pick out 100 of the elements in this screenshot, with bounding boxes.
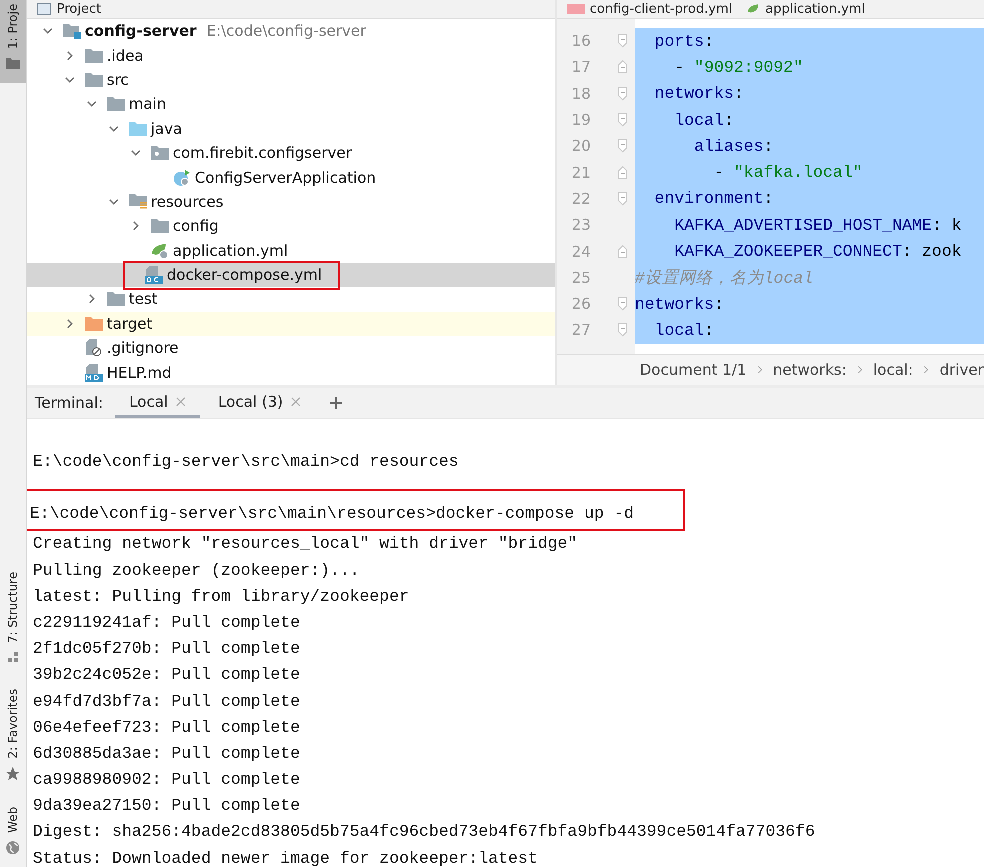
- output-line: 06e4efeef723: Pull complete: [32, 716, 302, 739]
- folder-icon: [85, 316, 103, 331]
- tree-row[interactable]: config: [27, 214, 555, 239]
- terminal-tab[interactable]: Local (3): [204, 388, 316, 418]
- chevron-right-icon: [856, 365, 864, 375]
- markdown-file-icon: [85, 364, 103, 382]
- fold-marker-icon[interactable]: [618, 244, 628, 259]
- command-line: E:\code\config-server\src\main>cd resources: [32, 451, 460, 473]
- fold-marker-icon[interactable]: [618, 166, 628, 180]
- line-number: 24: [570, 242, 591, 261]
- leaf-icon: [746, 3, 760, 15]
- fold-marker-icon[interactable]: [618, 192, 628, 206]
- folder-icon: [6, 57, 20, 70]
- tool-window-tab[interactable]: 2: Favorites: [0, 685, 26, 787]
- file-name: com.firebit.configserver: [173, 144, 352, 162]
- output-line: latest: Pulling from library/zookeeper: [32, 586, 410, 608]
- fold-marker-icon[interactable]: [618, 113, 628, 128]
- tree-row[interactable]: java: [27, 116, 555, 141]
- ignored-file-icon: [85, 339, 103, 358]
- editor-tab[interactable]: config-client-prod.yml: [567, 2, 732, 16]
- file-name: config: [173, 217, 219, 236]
- chevron-right-icon: [756, 365, 764, 375]
- output-line: 39b2c24c052e: Pull complete: [32, 664, 302, 686]
- package-icon: [151, 146, 169, 160]
- tree-row[interactable]: .idea: [27, 43, 555, 68]
- output-line: Status: Downloaded newer image for zookeeper:latest: [32, 848, 539, 867]
- tree-row[interactable]: HELP.md: [27, 360, 555, 385]
- terminal-tab[interactable]: Local: [115, 388, 200, 418]
- breadcrumb[interactable]: networks:: [773, 361, 847, 379]
- line-number: 21: [570, 164, 591, 182]
- output-line: 6d30885da3ae: Pull complete: [32, 742, 302, 765]
- output-line: ca9988980902: Pull complete: [32, 769, 302, 792]
- tree-row[interactable]: .gitignore: [27, 336, 555, 360]
- line-number: 23: [570, 216, 591, 234]
- tree-row[interactable]: com.firebit.configserver: [27, 140, 555, 166]
- add-icon[interactable]: [329, 396, 344, 410]
- file-name: .gitignore: [107, 339, 179, 358]
- window-icon: [37, 3, 51, 15]
- tool-window-tab[interactable]: 1: Proje: [0, 0, 26, 84]
- close-icon[interactable]: [176, 396, 186, 406]
- folder-icon: [85, 48, 103, 63]
- tree-row[interactable]: test: [27, 287, 555, 312]
- file-name: docker-compose.yml: [167, 266, 322, 284]
- file-name: application.yml: [173, 242, 288, 260]
- yml-file-icon: [567, 4, 585, 14]
- folder-icon: [85, 72, 103, 87]
- file-name: target: [107, 314, 153, 333]
- chevron-right-icon: [923, 365, 930, 375]
- panel-title: Terminal:: [35, 394, 104, 412]
- editor-tab[interactable]: application.yml: [746, 2, 866, 16]
- resources-folder-icon: [129, 194, 147, 210]
- file-name: config-server: [85, 22, 197, 40]
- tree-row[interactable]: resources: [27, 190, 555, 214]
- module-path: E:\code\config-server: [206, 22, 366, 40]
- output-line: 9da39ea27150: Pull complete: [32, 795, 302, 818]
- file-name: .idea: [107, 46, 144, 65]
- file-name: src: [107, 70, 129, 89]
- tree-row[interactable]: ConfigServerApplication: [27, 165, 555, 190]
- folder-icon: [129, 122, 147, 136]
- tree-row[interactable]: docker-compose.yml: [27, 262, 555, 288]
- tree-row[interactable]: config-server E:\code\config-server: [27, 19, 555, 44]
- file-name: ConfigServerApplication: [195, 168, 376, 187]
- class-icon: [173, 168, 191, 187]
- fold-marker-icon[interactable]: [618, 34, 628, 48]
- output-line: c229119241af: Pull complete: [32, 612, 302, 634]
- breadcrumb[interactable]: Document 1/1: [640, 361, 747, 379]
- line-number: 26: [570, 295, 591, 314]
- output-line: Digest: sha256:4bade2cd83805d5b75a4fc96cbed73eb4f67fbfa9bfb44399ce5014fa77036f6: [32, 821, 816, 844]
- file-name: resources: [151, 192, 224, 211]
- close-icon[interactable]: [291, 396, 302, 406]
- line-number: 16: [570, 32, 591, 50]
- breadcrumb[interactable]: driver: [940, 361, 984, 379]
- tree-row[interactable]: application.yml: [27, 238, 555, 263]
- output-line: 2f1dc05f270b: Pull complete: [32, 638, 302, 660]
- panel-title[interactable]: Project: [57, 2, 102, 16]
- fold-marker-icon[interactable]: [618, 323, 628, 338]
- line-number: 18: [570, 84, 591, 103]
- fold-marker-icon[interactable]: [618, 139, 628, 154]
- globe-icon: [6, 841, 20, 855]
- tree-row[interactable]: main: [27, 92, 555, 117]
- tool-window-tab[interactable]: 7: Structure: [0, 568, 26, 670]
- line-number: 22: [570, 190, 591, 208]
- module-folder-icon: [63, 23, 81, 40]
- leaf-icon: [151, 242, 169, 260]
- line-number: 27: [570, 321, 591, 340]
- output-line: Pulling zookeeper (zookeeper:)...: [32, 560, 361, 582]
- tool-window-tab[interactable]: Web: [0, 802, 26, 861]
- fold-marker-icon[interactable]: [618, 60, 628, 74]
- star-icon: [6, 766, 20, 781]
- folder-icon: [107, 292, 125, 306]
- file-name: main: [129, 95, 166, 114]
- file-name: test: [129, 290, 158, 308]
- file-name: java: [151, 120, 182, 138]
- breadcrumb[interactable]: local:: [873, 361, 914, 379]
- tree-row[interactable]: target: [27, 312, 555, 336]
- fold-marker-icon[interactable]: [618, 86, 628, 101]
- tree-row[interactable]: src: [27, 68, 555, 92]
- output-line: Creating network "resources_local" with driver "bridge": [32, 533, 579, 556]
- fold-marker-icon[interactable]: [618, 297, 628, 312]
- line-number: 19: [570, 111, 591, 130]
